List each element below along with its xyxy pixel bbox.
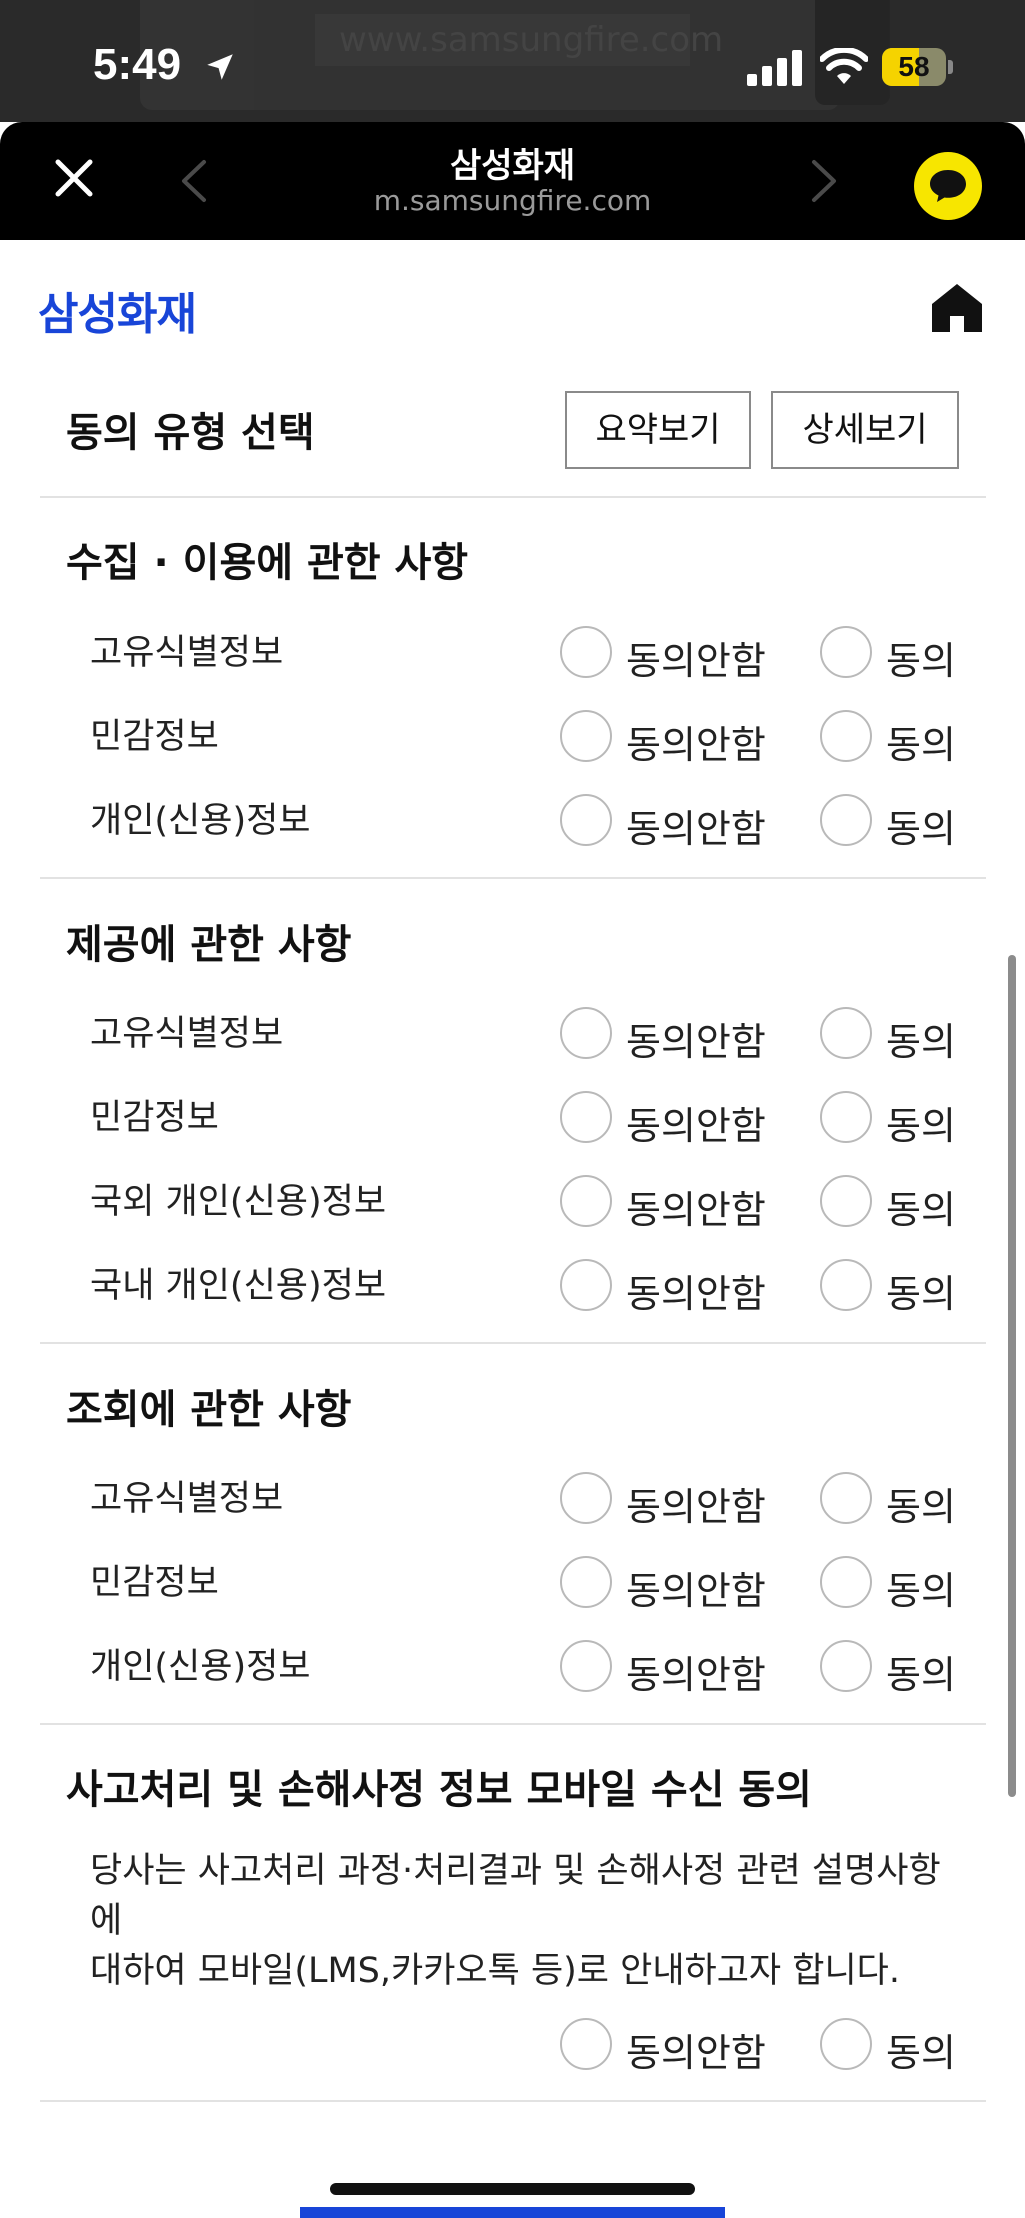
disagree-radio[interactable] <box>560 1259 612 1311</box>
agree-label[interactable]: 동의 <box>886 630 956 685</box>
agree-label[interactable]: 동의 <box>886 1644 956 1699</box>
agree-label[interactable]: 동의 <box>886 1179 956 1234</box>
disagree-radio[interactable] <box>560 2018 612 2070</box>
wifi-icon <box>820 48 868 84</box>
row-label: 고유식별정보 <box>90 633 284 673</box>
battery-tip <box>948 60 953 74</box>
background-page-preview: www.samsungfire.com <box>140 0 890 110</box>
divider <box>40 2100 986 2102</box>
disagree-label[interactable]: 동의안함 <box>626 1179 766 1234</box>
detail-view-button[interactable]: 상세보기 <box>771 391 959 469</box>
row-label: 국내 개인(신용)정보 <box>90 1266 387 1306</box>
background-url: www.samsungfire.com <box>315 14 723 66</box>
home-icon[interactable] <box>930 280 984 334</box>
agree-radio[interactable] <box>820 626 872 678</box>
battery-percent: 58 <box>898 51 930 82</box>
agree-label[interactable]: 동의 <box>886 1263 956 1318</box>
mobile-consent-notice: 당사는 사고처리 과정·처리결과 및 손해사정 관련 설명사항에 대하여 모바일… <box>90 1846 970 1996</box>
agree-radio[interactable] <box>820 710 872 762</box>
disagree-radio[interactable] <box>560 1175 612 1227</box>
cellular-signal-icon <box>747 50 802 86</box>
agree-radio[interactable] <box>820 1175 872 1227</box>
home-indicator[interactable] <box>330 2183 695 2195</box>
agree-radio[interactable] <box>820 1091 872 1143</box>
agree-radio[interactable] <box>820 2018 872 2070</box>
consent-type-title: 동의 유형 선택 <box>66 410 315 456</box>
disagree-radio[interactable] <box>560 1640 612 1692</box>
disagree-label[interactable]: 동의안함 <box>626 1011 766 1066</box>
disagree-radio[interactable] <box>560 1556 612 1608</box>
scrollbar[interactable] <box>1008 955 1016 1797</box>
row-label: 개인(신용)정보 <box>90 1647 311 1687</box>
agree-label[interactable]: 동의 <box>886 798 956 853</box>
disagree-radio[interactable] <box>560 710 612 762</box>
samsung-fire-logo[interactable]: 삼성화재 <box>38 278 197 342</box>
row-label: 고유식별정보 <box>90 1479 284 1519</box>
disagree-radio[interactable] <box>560 1091 612 1143</box>
bottom-action-button[interactable] <box>300 2207 725 2218</box>
divider <box>40 1342 986 1344</box>
disagree-label[interactable]: 동의안함 <box>626 1560 766 1615</box>
agree-radio[interactable] <box>820 1007 872 1059</box>
disagree-radio[interactable] <box>560 794 612 846</box>
disagree-radio[interactable] <box>560 1472 612 1524</box>
browser-url: m.samsungfire.com <box>373 184 652 217</box>
summary-view-button[interactable]: 요약보기 <box>565 391 751 469</box>
disagree-label[interactable]: 동의안함 <box>626 2022 766 2077</box>
battery-body: 58 <box>882 48 946 86</box>
disagree-radio[interactable] <box>560 626 612 678</box>
divider <box>40 877 986 879</box>
forward-arrow-icon[interactable] <box>806 158 842 204</box>
status-time: 5:49 <box>93 40 182 89</box>
row-label: 국외 개인(신용)정보 <box>90 1182 387 1222</box>
in-app-browser-header: 삼성화재 m.samsungfire.com <box>0 122 1025 240</box>
disagree-label[interactable]: 동의안함 <box>626 1095 766 1150</box>
disagree-label[interactable]: 동의안함 <box>626 1476 766 1531</box>
disagree-radio[interactable] <box>560 1007 612 1059</box>
disagree-label[interactable]: 동의안함 <box>626 798 766 853</box>
section-title-collection-use: 수집 · 이용에 관한 사항 <box>66 540 469 586</box>
agree-label[interactable]: 동의 <box>886 1095 956 1150</box>
mobile-consent-title: 사고처리 및 손해사정 정보 모바일 수신 동의 <box>66 1767 812 1813</box>
row-label: 개인(신용)정보 <box>90 801 311 841</box>
agree-radio[interactable] <box>820 1556 872 1608</box>
row-label: 민감정보 <box>90 717 219 757</box>
status-bar: www.samsungfire.com 5:49 58 <box>0 0 1025 122</box>
browser-title: 삼성화재 <box>449 146 576 186</box>
battery-indicator: 58 <box>882 48 953 86</box>
disagree-label[interactable]: 동의안함 <box>626 714 766 769</box>
agree-label[interactable]: 동의 <box>886 2022 956 2077</box>
agree-label[interactable]: 동의 <box>886 714 956 769</box>
row-label: 민감정보 <box>90 1098 219 1138</box>
agree-radio[interactable] <box>820 1472 872 1524</box>
row-label: 고유식별정보 <box>90 1014 284 1054</box>
disagree-label[interactable]: 동의안함 <box>626 630 766 685</box>
agree-radio[interactable] <box>820 794 872 846</box>
section-title-inquiry: 조회에 관한 사항 <box>66 1387 352 1433</box>
disagree-label[interactable]: 동의안함 <box>626 1263 766 1318</box>
speech-bubble-icon <box>930 170 966 202</box>
kakaotalk-share-button[interactable] <box>914 152 982 220</box>
agree-label[interactable]: 동의 <box>886 1476 956 1531</box>
agree-label[interactable]: 동의 <box>886 1560 956 1615</box>
disagree-label[interactable]: 동의안함 <box>626 1644 766 1699</box>
notice-line: 대하여 모바일(LMS,카카오톡 등)로 안내하고자 합니다. <box>90 1951 900 1991</box>
agree-label[interactable]: 동의 <box>886 1011 956 1066</box>
agree-radio[interactable] <box>820 1640 872 1692</box>
divider <box>40 496 986 498</box>
section-title-provision: 제공에 관한 사항 <box>66 922 352 968</box>
location-arrow-icon <box>207 54 233 80</box>
row-label: 민감정보 <box>90 1563 219 1603</box>
divider <box>40 1723 986 1725</box>
agree-radio[interactable] <box>820 1259 872 1311</box>
notice-line: 당사는 사고처리 과정·처리결과 및 손해사정 관련 설명사항에 <box>90 1851 941 1941</box>
